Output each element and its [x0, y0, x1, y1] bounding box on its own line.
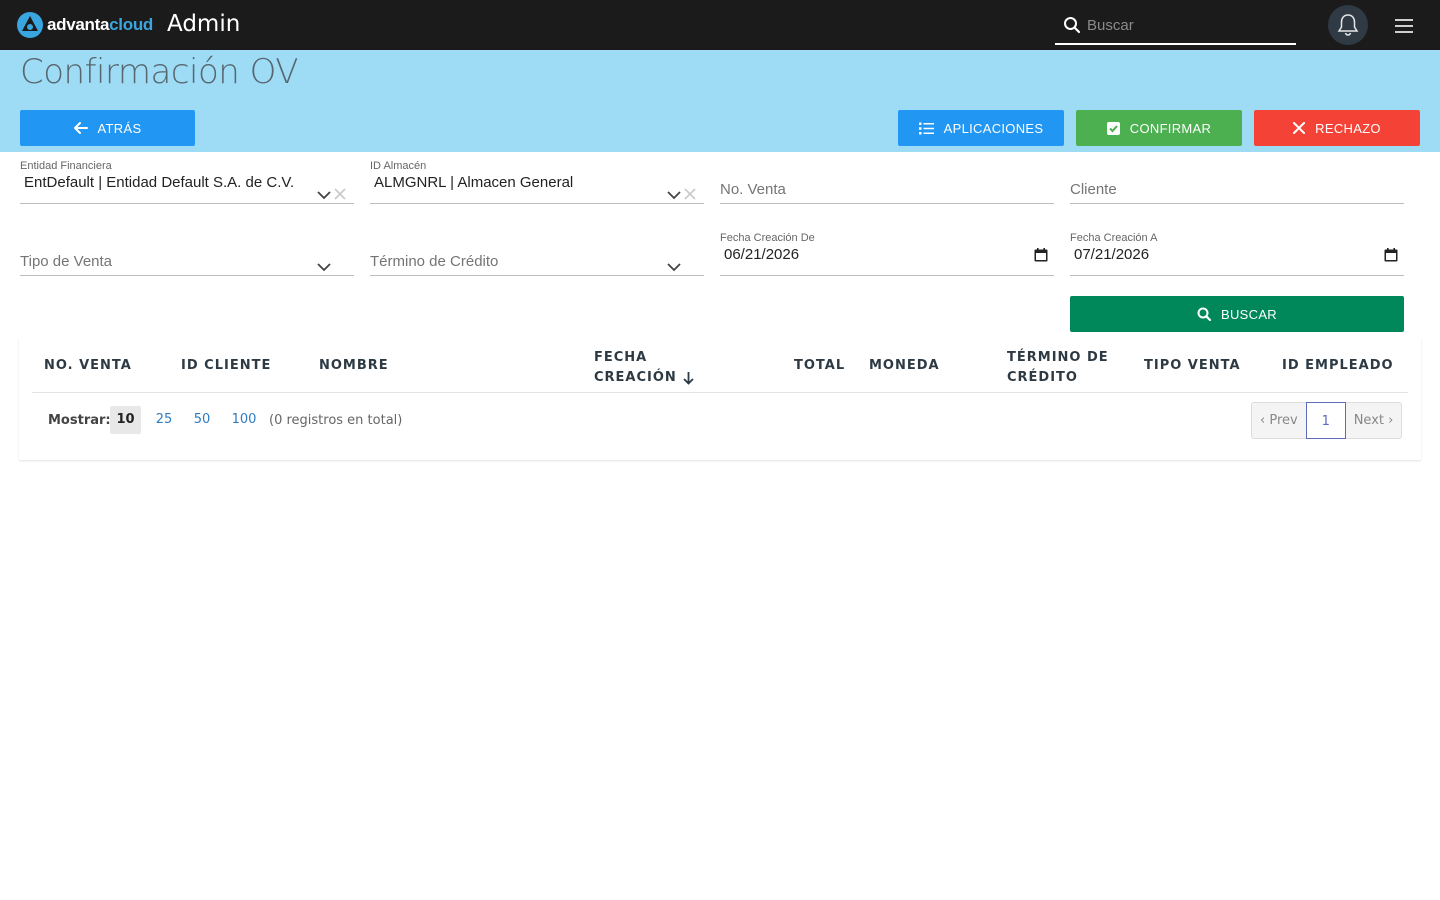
column-header-termino-line2: CRÉDITO: [1007, 370, 1078, 385]
entidad-financiera-select[interactable]: Entidad Financiera EntDefault | Entidad …: [20, 160, 354, 204]
entidad-financiera-label: Entidad Financiera: [20, 160, 112, 172]
fecha-creacion-de-value: 06/21/2026: [724, 246, 800, 263]
search-icon: [1064, 17, 1081, 34]
chevron-down-icon: [317, 263, 331, 272]
top-navbar: advantacloud Admin: [0, 0, 1440, 50]
column-header-fecha-creacion[interactable]: FECHA CREACIÓN: [594, 348, 694, 388]
prev-page-button[interactable]: ‹ Prev: [1252, 403, 1306, 438]
no-venta-placeholder: No. Venta: [720, 181, 786, 198]
logo-text: advantacloud: [47, 15, 153, 34]
clear-icon[interactable]: [684, 188, 696, 200]
chevron-down-icon: [317, 191, 331, 200]
entidad-financiera-value: EntDefault | Entidad Default S.A. de C.V…: [24, 174, 295, 191]
id-almacen-value: ALMGNRL | Almacen General: [374, 174, 574, 191]
column-header-moneda[interactable]: MONEDA: [869, 356, 940, 376]
cliente-placeholder: Cliente: [1070, 181, 1117, 198]
page-size-25[interactable]: 25: [152, 406, 176, 434]
applications-button-label: APLICACIONES: [943, 120, 1044, 136]
notifications-button[interactable]: [1328, 5, 1368, 45]
page-size-50[interactable]: 50: [190, 406, 214, 434]
back-button-label: ATRÁS: [97, 120, 142, 136]
global-search: [1055, 7, 1296, 45]
menu-line: [1395, 19, 1413, 21]
applications-button[interactable]: APLICACIONES: [898, 110, 1064, 146]
no-venta-input[interactable]: No. Venta: [720, 172, 1054, 204]
page-title: Confirmación OV: [20, 52, 299, 92]
column-header-id-cliente[interactable]: ID CLIENTE: [181, 356, 271, 376]
id-almacen-label: ID Almacén: [370, 160, 427, 172]
next-page-button[interactable]: Next ›: [1346, 403, 1402, 438]
list-icon: [918, 122, 934, 135]
page-size-10[interactable]: 10: [110, 406, 141, 434]
search-button[interactable]: BUSCAR: [1070, 296, 1404, 332]
column-header-termino-line1: TÉRMINO DE: [1007, 350, 1109, 365]
advanta-logo[interactable]: advantacloud: [16, 11, 153, 39]
pagination-control: ‹ Prev 1 Next ›: [1251, 402, 1403, 439]
results-table-card: NO. VENTA ID CLIENTE NOMBRE FECHA CREACI…: [19, 338, 1421, 460]
column-header-tipo-venta[interactable]: TIPO VENTA: [1144, 356, 1241, 376]
total-records-text: (0 registros en total): [269, 413, 403, 428]
confirm-button-label: CONFIRMAR: [1129, 120, 1212, 136]
clear-icon[interactable]: [334, 188, 346, 200]
bell-icon: [1337, 14, 1359, 36]
id-almacen-select[interactable]: ID Almacén ALMGNRL | Almacen General: [370, 160, 704, 204]
fecha-creacion-de-input[interactable]: Fecha Creación De 06/21/2026: [720, 232, 1054, 276]
hamburger-menu-button[interactable]: [1392, 16, 1416, 36]
search-button-label: BUSCAR: [1221, 306, 1277, 322]
close-icon: [1293, 122, 1306, 134]
arrow-left-icon: [73, 122, 88, 134]
search-icon: [1197, 307, 1211, 321]
column-header-nombre[interactable]: NOMBRE: [319, 356, 389, 376]
column-header-fecha-line1: FECHA: [594, 350, 648, 365]
header-divider: [32, 392, 1408, 393]
page-size-label: Mostrar:: [48, 413, 111, 428]
column-header-id-empleado[interactable]: ID EMPLEADO: [1282, 356, 1394, 376]
check-square-icon: [1106, 121, 1120, 135]
reject-button[interactable]: RECHAZO: [1254, 110, 1420, 146]
chevron-down-icon: [667, 263, 681, 272]
sort-desc-arrow-icon: [683, 372, 694, 385]
menu-line: [1395, 25, 1413, 27]
calendar-icon[interactable]: [1384, 248, 1398, 262]
page-1-button[interactable]: 1: [1305, 402, 1346, 439]
column-header-no-venta[interactable]: NO. VENTA: [44, 356, 132, 376]
column-header-termino-credito[interactable]: TÉRMINO DE CRÉDITO: [1007, 348, 1109, 388]
column-header-total[interactable]: TOTAL: [794, 356, 845, 376]
tipo-venta-select[interactable]: Tipo de Venta: [20, 244, 354, 276]
fecha-creacion-a-value: 07/21/2026: [1074, 246, 1150, 263]
termino-credito-placeholder: Término de Crédito: [370, 253, 499, 270]
column-header-fecha-line2: CREACIÓN: [594, 370, 677, 385]
back-button[interactable]: ATRÁS: [20, 110, 195, 146]
advanta-logo-icon: [17, 12, 43, 38]
search-input[interactable]: [1087, 11, 1287, 39]
menu-line: [1395, 31, 1413, 33]
cliente-input[interactable]: Cliente: [1070, 172, 1404, 204]
page-size-100[interactable]: 100: [229, 406, 259, 434]
column-header-fecha-line2-wrap: CREACIÓN: [594, 368, 694, 388]
tipo-venta-placeholder: Tipo de Venta: [20, 253, 113, 270]
fecha-creacion-a-label: Fecha Creación A: [1070, 232, 1158, 244]
fecha-creacion-de-label: Fecha Creación De: [720, 232, 815, 244]
fecha-creacion-a-input[interactable]: Fecha Creación A 07/21/2026: [1070, 232, 1404, 276]
termino-credito-select[interactable]: Término de Crédito: [370, 244, 704, 276]
reject-button-label: RECHAZO: [1315, 120, 1381, 136]
app-title: Admin: [167, 11, 241, 37]
calendar-icon[interactable]: [1034, 248, 1048, 262]
chevron-down-icon: [667, 191, 681, 200]
confirm-button[interactable]: CONFIRMAR: [1076, 110, 1242, 146]
